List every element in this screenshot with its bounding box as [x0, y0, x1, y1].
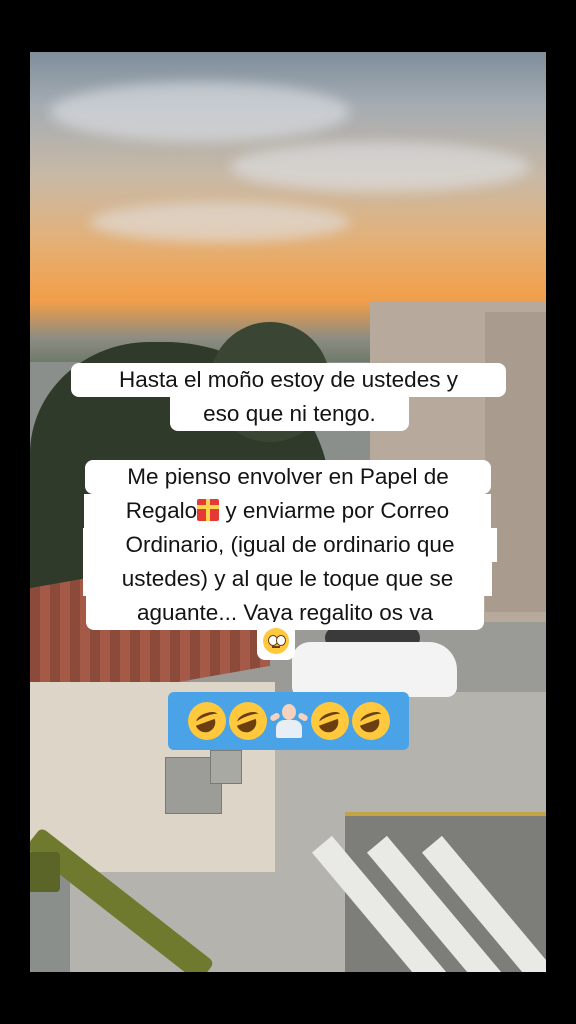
caption-text: Hasta el moño estoy de ustedes y: [119, 367, 458, 392]
rofl-icon: [187, 702, 226, 740]
gift-icon: [197, 499, 220, 521]
caption-line: ustedes) y al que le toque que se: [83, 562, 492, 596]
caption-text: Regalo: [125, 498, 198, 523]
person-shrugging-icon: [268, 702, 309, 740]
caption-text: Ordinario, (igual de ordinario que: [125, 532, 455, 557]
caption-line: Regalo y enviarme por Correo: [84, 494, 491, 528]
caption-line: Hasta el moño estoy de ustedes y: [71, 363, 506, 397]
railing-post: [30, 852, 60, 892]
cloud: [90, 202, 350, 242]
caption-text: y enviarme por Correo: [219, 498, 450, 523]
rofl-icon: [351, 702, 390, 740]
caption-line: eso que ni tengo.: [170, 397, 409, 431]
building-right-far: [485, 312, 546, 612]
caption-line: Ordinario, (igual de ordinario que: [83, 528, 497, 562]
emoji-sticker: [168, 692, 409, 750]
caption-text: ustedes) y al que le toque que se: [121, 566, 454, 591]
rolling-eyes-icon: [263, 628, 289, 654]
meter-box: [210, 750, 242, 784]
caption-text: eso que ni tengo.: [203, 401, 376, 426]
caption-line: Me pienso envolver en Papel de: [85, 460, 491, 494]
rofl-icon: [228, 702, 267, 740]
cloud: [230, 142, 530, 192]
white-car: [292, 642, 457, 697]
caption-line: [257, 622, 295, 660]
caption-text: Me pienso envolver en Papel de: [127, 464, 449, 489]
rofl-icon: [310, 702, 349, 740]
balcony-railing: [30, 827, 215, 972]
cloud: [50, 82, 350, 142]
